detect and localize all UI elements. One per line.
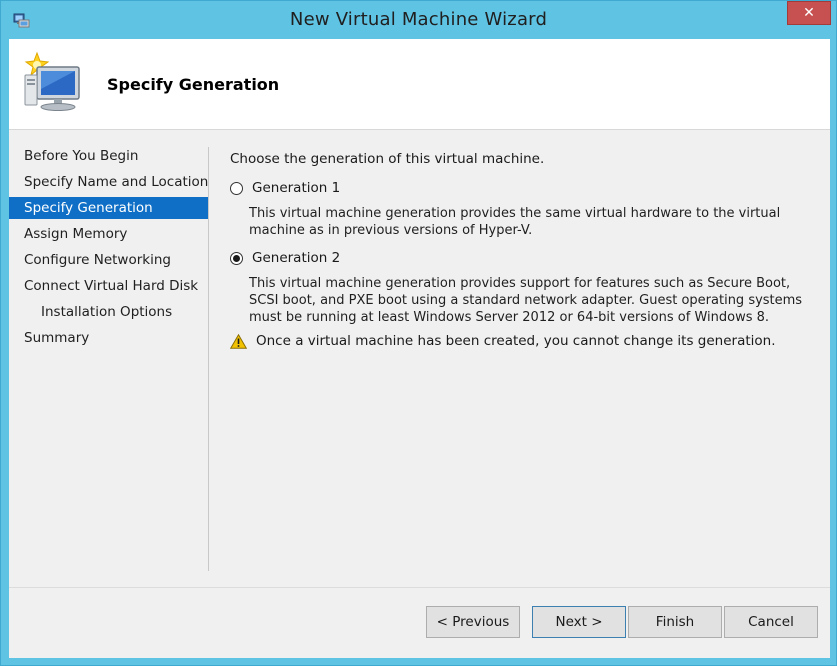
- generation-warning: Once a virtual machine has been created,…: [229, 333, 776, 349]
- nav-divider: [208, 147, 209, 571]
- generation-content: Choose the generation of this virtual ma…: [229, 151, 810, 349]
- page-title: Specify Generation: [107, 75, 280, 94]
- wizard-steps-nav: Before You Begin Specify Name and Locati…: [9, 145, 209, 353]
- finish-button[interactable]: Finish: [628, 606, 722, 638]
- nav-item-before-you-begin[interactable]: Before You Begin: [9, 145, 209, 167]
- nav-item-summary[interactable]: Summary: [9, 327, 209, 349]
- footer-separator: [9, 587, 830, 588]
- close-icon: ✕: [803, 5, 815, 21]
- nav-item-specify-name-and-location[interactable]: Specify Name and Location: [9, 171, 209, 193]
- new-virtual-machine-icon: [23, 51, 83, 113]
- generation-1-label: Generation 1: [252, 180, 341, 196]
- nav-item-connect-virtual-hard-disk[interactable]: Connect Virtual Hard Disk: [9, 275, 209, 297]
- nav-item-specify-generation[interactable]: Specify Generation: [9, 197, 209, 219]
- wizard-client-area: Specify Generation Before You Begin Spec…: [9, 39, 830, 658]
- generation-2-radio[interactable]: [230, 251, 243, 265]
- previous-button[interactable]: < Previous: [426, 606, 520, 638]
- intro-text: Choose the generation of this virtual ma…: [230, 151, 545, 167]
- generation-1-option[interactable]: Generation 1: [230, 178, 340, 198]
- cancel-button[interactable]: Cancel: [724, 606, 818, 638]
- generation-1-description: This virtual machine generation provides…: [249, 206, 781, 238]
- nav-item-assign-memory[interactable]: Assign Memory: [9, 223, 209, 245]
- generation-2-description: This virtual machine generation provides…: [249, 276, 803, 325]
- nav-item-installation-options[interactable]: Installation Options: [9, 301, 209, 323]
- next-button[interactable]: Next >: [532, 606, 626, 638]
- window-title: New Virtual Machine Wizard: [289, 9, 548, 30]
- wizard-header: Specify Generation: [9, 39, 830, 130]
- generation-1-radio[interactable]: [230, 181, 243, 195]
- warning-text: Once a virtual machine has been created,…: [256, 333, 776, 349]
- generation-2-option[interactable]: Generation 2: [230, 248, 340, 268]
- warning-icon: [229, 333, 248, 349]
- nav-item-configure-networking[interactable]: Configure Networking: [9, 249, 209, 271]
- close-button[interactable]: ✕: [787, 1, 831, 25]
- title-bar[interactable]: New Virtual Machine Wizard ✕: [1, 1, 836, 39]
- wizard-window: New Virtual Machine Wizard ✕ Specify Gen…: [0, 0, 837, 666]
- generation-2-label: Generation 2: [252, 250, 341, 266]
